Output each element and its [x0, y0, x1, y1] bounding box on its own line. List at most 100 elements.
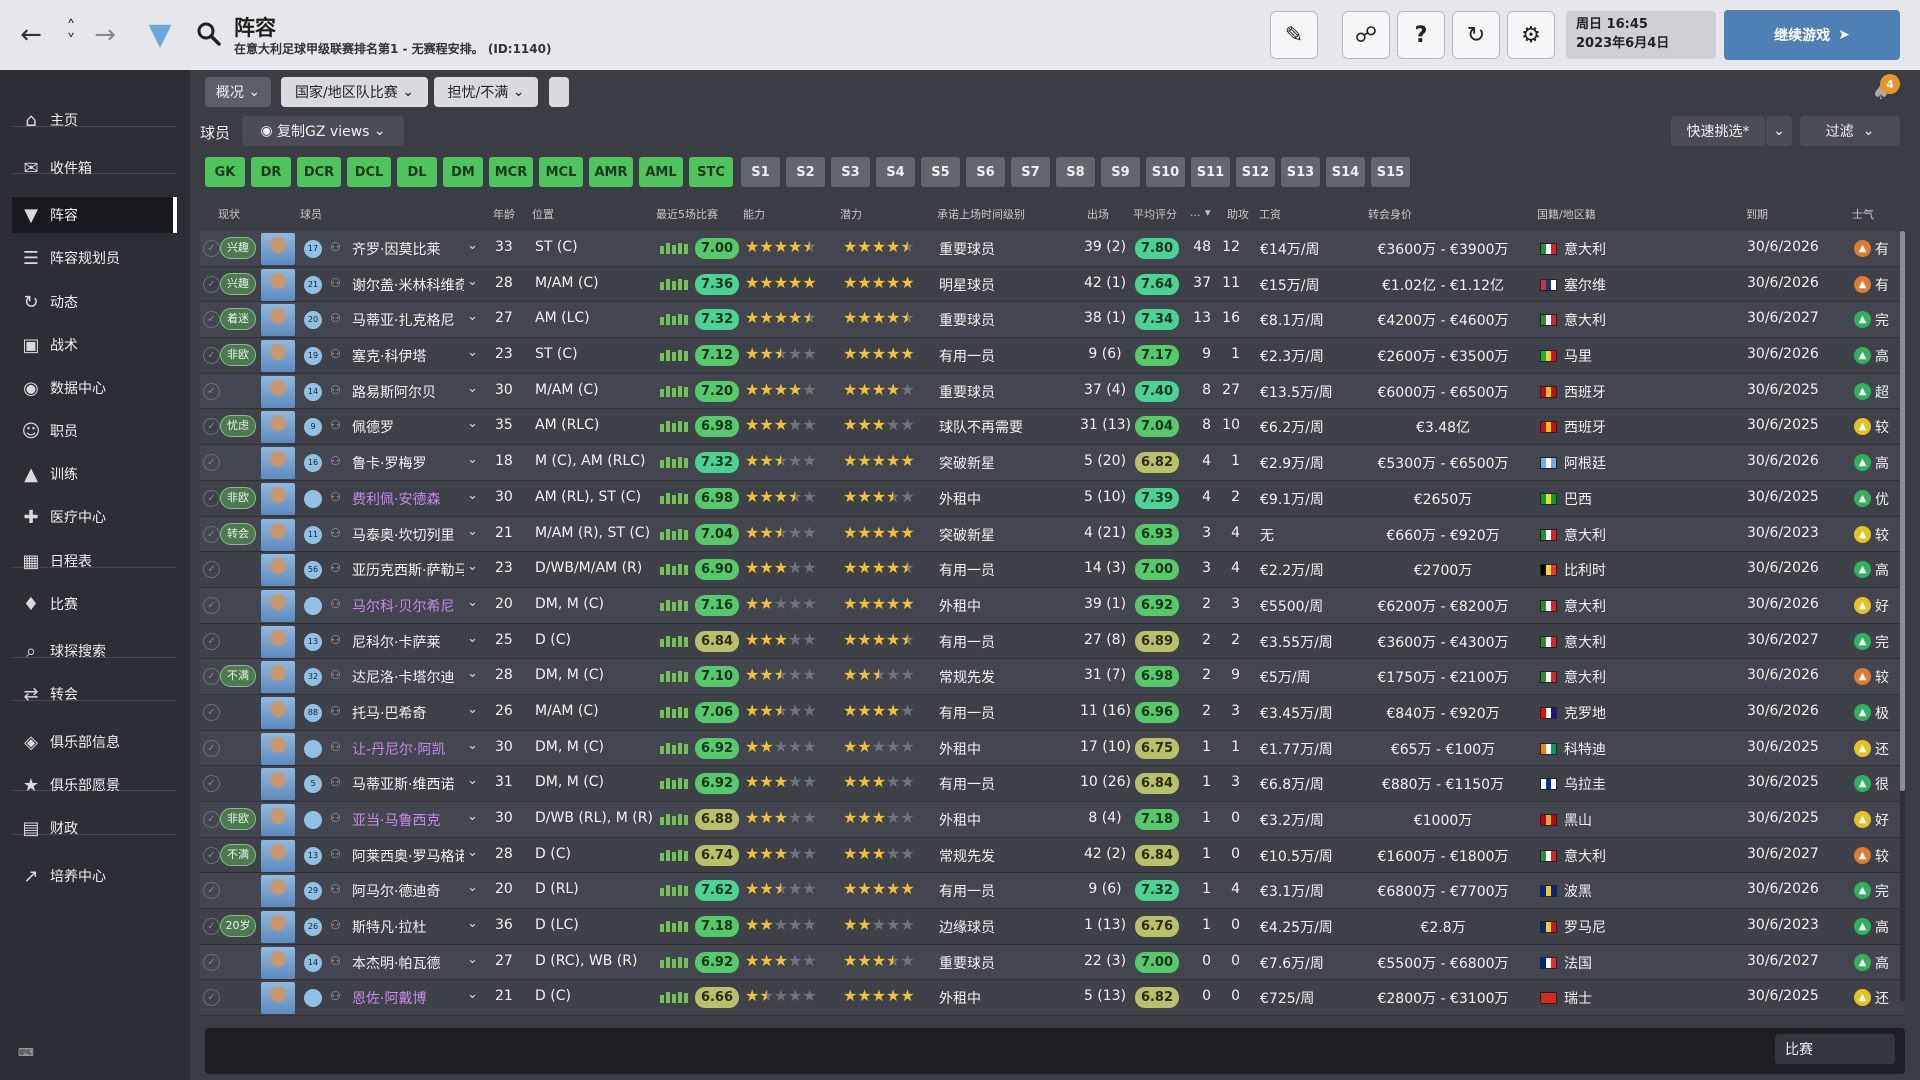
slot-filter-s6[interactable]: S6	[966, 157, 1005, 187]
player-photo[interactable]	[261, 518, 295, 551]
slot-filter-s1[interactable]: S1	[741, 157, 780, 187]
player-name[interactable]: 马蒂亚斯·维西诺	[352, 774, 464, 794]
row-chevron-down-icon[interactable]: ⌄	[467, 274, 478, 289]
select-checkbox[interactable]: ✓	[203, 311, 220, 329]
row-chevron-down-icon[interactable]: ⌄	[467, 238, 478, 253]
slot-filter-s12[interactable]: S12	[1236, 157, 1275, 187]
status-tag[interactable]: 着迷	[220, 308, 256, 331]
tab-extra[interactable]	[549, 77, 569, 107]
player-photo[interactable]	[261, 482, 295, 515]
slot-filter-s13[interactable]: S13	[1281, 157, 1320, 187]
sort-desc-icon[interactable]: ▾	[1205, 206, 1211, 219]
views-dropdown[interactable]: ◉ 复制GZ views ⌄	[242, 116, 404, 146]
table-scrollbar[interactable]	[1900, 231, 1905, 1001]
slot-filter-s10[interactable]: S10	[1146, 157, 1185, 187]
row-chevron-down-icon[interactable]: ⌄	[467, 738, 478, 753]
player-name[interactable]: 阿莱西奥·罗马格诺里	[352, 846, 464, 866]
table-row[interactable]: ✓ ⚇ 马尔科·贝尔希尼 ⌄ 20 DM, M (C) 7.16 ★★★★★ ★★★★★ 外租中 3…	[200, 587, 1905, 624]
select-checkbox[interactable]: ✓	[203, 953, 220, 971]
table-row[interactable]: ✓兴趣 21 ⚇ 谢尔盖·米林科维奇-萨维奇⌄ 28 M/AM (C) 7.36 ★★★★★ ★…	[200, 266, 1905, 303]
player-name[interactable]: 达尼洛·卡塔尔迪	[352, 667, 464, 687]
sidebar-item-development[interactable]: ↗ 培养中心	[12, 858, 177, 894]
select-checkbox[interactable]: ✓	[203, 882, 220, 900]
sidebar-item-tactics[interactable]: ▣ 战术	[12, 327, 177, 363]
table-row[interactable]: ✓ 56 ⚇ 亚历克西斯·萨勒马克尔斯⌄ 23 D/WB/M/AM (R) 6.90 ★★★★…	[200, 552, 1905, 588]
table-row[interactable]: ✓ 88 ⚇ 托马·巴希奇 ⌄ 26 M/AM (C) 7.06 ★★★★★ ★★★★★ 有用一员 1…	[200, 694, 1905, 731]
row-chevron-down-icon[interactable]: ⌄	[467, 773, 478, 788]
row-chevron-down-icon[interactable]: ⌄	[467, 559, 478, 574]
select-checkbox[interactable]: ✓	[203, 418, 220, 436]
row-chevron-down-icon[interactable]: ⌄	[467, 809, 478, 824]
sidebar-item-training[interactable]: ▲ 训练	[12, 456, 177, 492]
select-checkbox[interactable]: ✓	[203, 454, 220, 472]
sidebar-item-inbox[interactable]: ✉ 收件箱	[12, 150, 177, 186]
player-name[interactable]: 托马·巴希奇	[352, 703, 464, 723]
col-last5[interactable]: 最近5场比赛	[656, 206, 718, 222]
tab-concerns[interactable]: 担忧/不满 ⌄	[434, 77, 538, 107]
player-name[interactable]: 马蒂亚·扎克格尼	[352, 310, 464, 330]
position-filter-amr[interactable]: AMR	[589, 157, 633, 187]
player-name[interactable]: 恩佐·阿戴博	[352, 988, 464, 1008]
row-chevron-down-icon[interactable]: ⌄	[467, 345, 478, 360]
table-row[interactable]: ✓ 13 ⚇ 尼科尔·卡萨莱 ⌄ 25 D (C) 6.84 ★★★★★ ★★★★★ 有用一员 27 …	[200, 623, 1905, 660]
player-name[interactable]: 让-丹尼尔·阿凯	[352, 739, 464, 759]
select-checkbox[interactable]: ✓	[203, 596, 220, 614]
player-photo[interactable]	[261, 268, 295, 301]
table-row[interactable]: ✓ 16 ⚇ 鲁卡·罗梅罗 ⌄ 18 M (C), AM (RLC) 7.32 ★★★★★ ★★★…	[200, 445, 1905, 481]
sidebar-item-scout[interactable]: ⌕ 球探搜索	[12, 633, 177, 669]
row-chevron-down-icon[interactable]: ⌄	[467, 381, 478, 396]
row-chevron-down-icon[interactable]: ⌄	[467, 845, 478, 860]
player-name[interactable]: 路易斯阿尔贝	[352, 382, 464, 402]
select-checkbox[interactable]: ✓	[203, 739, 220, 757]
settings-gear-icon[interactable]: ⚙	[1507, 11, 1555, 59]
edit-pencil-icon[interactable]: ✎	[1270, 11, 1318, 59]
table-row[interactable]: ✓ 14 ⚇ 本杰明·帕瓦德 ⌄ 27 D (RC), WB (R) 6.92 ★★★★★ ★★★…	[200, 944, 1905, 981]
table-row[interactable]: ✓ ⚇ 让-丹尼尔·阿凯 ⌄ 30 DM, M (C) 6.92 ★★★★★ ★★★★★ 外租中 1…	[200, 730, 1905, 767]
table-row[interactable]: ✓ ⚇ 恩佐·阿戴博 ⌄ 21 D (C) 6.66 ★★★★★ ★★★★★ 外租中 5 (13) 6…	[200, 980, 1905, 1017]
player-photo[interactable]	[261, 411, 295, 444]
select-checkbox[interactable]: ✓	[203, 382, 220, 400]
select-checkbox[interactable]: ✓	[203, 489, 220, 507]
forward-arrow-icon[interactable]: →	[90, 18, 120, 52]
table-row[interactable]: ✓ 14 ⚇ 路易斯阿尔贝 ⌄ 30 M/AM (C) 7.20 ★★★★★ ★★★★★ 重要球员 3…	[200, 373, 1905, 410]
select-checkbox[interactable]: ✓	[203, 703, 220, 721]
sidebar-item-vision[interactable]: ★ 俱乐部愿景	[12, 767, 177, 803]
table-row[interactable]: ✓ 转会 11 ⚇ 马泰奥·坎切列里 ⌄ 21 M/AM (R), ST (C) 7.04 ★★★…	[200, 516, 1905, 553]
player-photo[interactable]	[261, 982, 295, 1015]
player-name[interactable]: 阿马尔·德迪奇	[352, 881, 464, 901]
position-filter-dr[interactable]: DR	[251, 157, 291, 187]
row-chevron-down-icon[interactable]: ⌄	[467, 702, 478, 717]
slot-filter-s3[interactable]: S3	[831, 157, 870, 187]
select-checkbox[interactable]: ✓	[203, 240, 220, 257]
select-checkbox[interactable]: ✓	[203, 525, 220, 543]
select-checkbox[interactable]: ✓	[203, 811, 220, 828]
status-tag[interactable]: 兴趣	[220, 237, 256, 259]
player-photo[interactable]	[261, 340, 295, 373]
position-filter-gk[interactable]: GK	[205, 157, 245, 187]
player-name[interactable]: 斯特凡·拉杜	[352, 917, 464, 937]
player-name[interactable]: 费利佩·安德森	[352, 489, 464, 509]
player-photo[interactable]	[261, 304, 295, 337]
player-name[interactable]: 谢尔盖·米林科维奇-萨维奇	[352, 275, 464, 295]
row-chevron-down-icon[interactable]: ⌄	[467, 666, 478, 681]
col-age[interactable]: 年龄	[493, 206, 515, 222]
col-position[interactable]: 位置	[532, 206, 554, 222]
slot-filter-s9[interactable]: S9	[1101, 157, 1140, 187]
table-row[interactable]: ✓不满 13 ⚇ 阿莱西奥·罗马格诺里⌄ 28 D (C) 6.74 ★★★★★ ★★★★★ 常规…	[200, 837, 1905, 874]
status-tag[interactable]: 非欧	[220, 808, 256, 830]
match-button[interactable]: 比赛	[1775, 1034, 1895, 1064]
select-checkbox[interactable]: ✓	[203, 632, 220, 650]
col-avg-rating[interactable]: 平均评分	[1133, 206, 1177, 222]
col-morale[interactable]: 士气	[1852, 206, 1874, 222]
row-chevron-down-icon[interactable]: ⌄	[467, 488, 478, 503]
position-filter-dl[interactable]: DL	[397, 157, 437, 187]
table-row[interactable]: ✓ 兴趣 17 ⚇ 齐罗·因莫比莱 ⌄ 33 ST (C) 7.00 ★★★★★ ★★★★★ 重要球员…	[200, 231, 1905, 267]
status-tag[interactable]: 转会	[220, 522, 256, 545]
player-name[interactable]: 马尔科·贝尔希尼	[352, 596, 464, 616]
col-dots[interactable]: ...	[1190, 206, 1201, 219]
player-photo[interactable]	[261, 768, 295, 801]
sidebar-item-data[interactable]: ◉ 数据中心	[12, 370, 177, 406]
player-name[interactable]: 鲁卡·罗梅罗	[352, 453, 464, 473]
col-assists[interactable]: 助攻	[1227, 206, 1249, 222]
tab-overview[interactable]: 概况 ⌄	[205, 77, 271, 107]
